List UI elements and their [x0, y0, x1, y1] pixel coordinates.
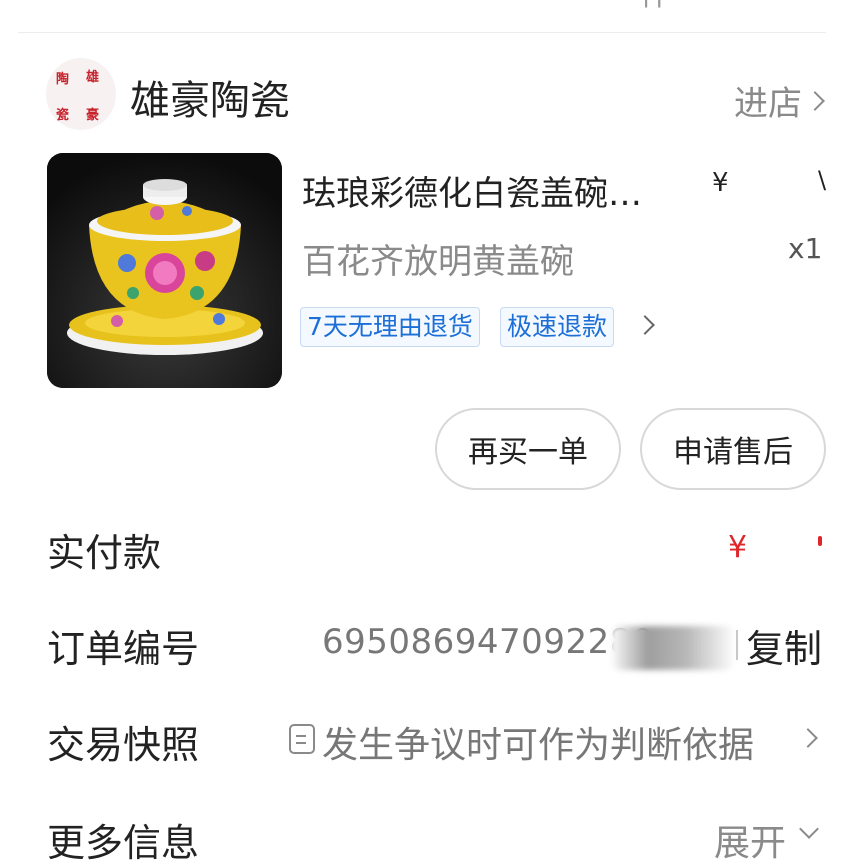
- tag-7-day-return[interactable]: 7天无理由退货: [300, 307, 480, 347]
- expand-button[interactable]: 展开: [714, 814, 786, 866]
- chevron-right-icon[interactable]: [635, 315, 655, 335]
- paid-amount-label: 实付款: [47, 531, 162, 575]
- shop-logo[interactable]: 陶 雄 瓷 豪: [46, 58, 116, 130]
- copy-divider: [736, 630, 738, 660]
- after-sale-button[interactable]: 申请售后: [640, 408, 826, 490]
- redaction-blur: [610, 626, 736, 670]
- tag-fast-refund[interactable]: 极速退款: [500, 307, 615, 347]
- document-icon: [289, 724, 315, 754]
- product-title[interactable]: 珐琅彩德化白瓷盖碗…: [302, 166, 642, 215]
- divider: [18, 32, 826, 33]
- gaiwan-illustration: [47, 153, 282, 388]
- logo-char: 雄: [86, 70, 100, 85]
- logo-char: 豪: [86, 108, 100, 123]
- paid-amount-mark: [818, 536, 822, 546]
- snapshot-label: 交易快照: [47, 723, 200, 767]
- product-spec: 百花齐放明黄盖碗: [302, 242, 574, 282]
- shop-name[interactable]: 雄豪陶瓷: [130, 68, 290, 126]
- logo-char: 瓷: [56, 108, 70, 123]
- rebuy-button[interactable]: 再买一单: [435, 408, 621, 490]
- copy-button[interactable]: 复制: [746, 618, 822, 673]
- product-price-fragment: ¥: [712, 168, 729, 198]
- product-image[interactable]: [47, 153, 282, 388]
- snapshot-link[interactable]: 发生争议时可作为判断依据: [322, 716, 754, 768]
- product-price-mark: \: [818, 166, 827, 194]
- order-number-value: 695086947092280: [322, 622, 654, 662]
- product-quantity: x1: [788, 232, 823, 265]
- enter-store-link[interactable]: 进店: [734, 76, 825, 125]
- logo-char: 陶: [56, 72, 70, 87]
- chevron-right-icon[interactable]: [798, 728, 818, 748]
- top-fragment-text: 件: [640, 0, 670, 14]
- chevron-right-icon: [805, 90, 825, 111]
- chevron-down-icon[interactable]: [799, 819, 819, 839]
- paid-amount-value: ¥: [728, 530, 748, 565]
- more-info-label: 更多信息: [47, 821, 200, 865]
- enter-store-label: 进店: [734, 84, 802, 124]
- order-number-label: 订单编号: [47, 627, 200, 671]
